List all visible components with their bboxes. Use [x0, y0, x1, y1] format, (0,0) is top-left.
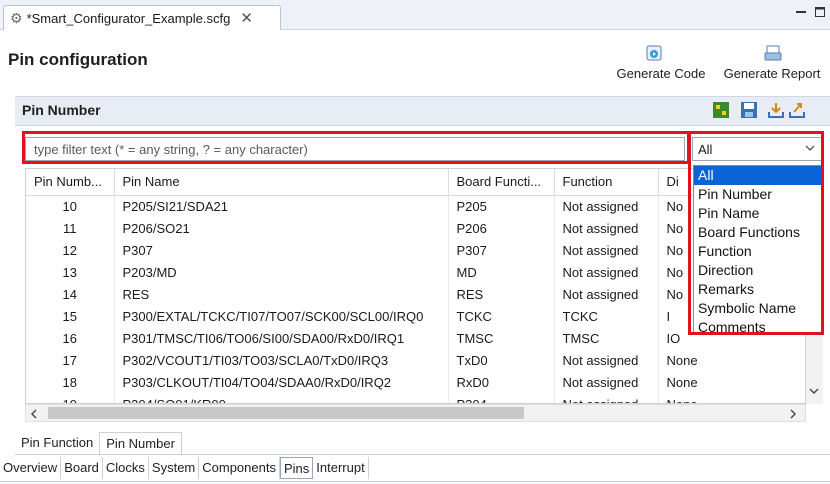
tab-pin-number[interactable]: Pin Number — [99, 432, 182, 454]
table-cell: P203/MD — [114, 261, 449, 283]
gear-icon: ⚙ — [10, 9, 23, 26]
highlight-box-select — [688, 131, 824, 335]
table-cell: 13 — [26, 261, 115, 283]
table-cell: RES — [114, 283, 449, 305]
column-header[interactable]: Board Functi... — [448, 169, 555, 196]
scroll-right-icon[interactable] — [789, 408, 797, 422]
table-cell: 16 — [26, 327, 115, 349]
table-cell: P307 — [448, 239, 555, 261]
generate-report-icon[interactable] — [764, 44, 782, 62]
tab-system[interactable]: System — [149, 457, 200, 479]
table-cell: P303/CLKOUT/TI04/TO04/SDAA0/RxD0/IRQ2 — [114, 371, 449, 393]
divider — [15, 454, 830, 455]
table-cell: RES — [448, 283, 555, 305]
tab-pin-function[interactable]: Pin Function — [15, 432, 99, 454]
table-row[interactable]: 18 P303/CLKOUT/TI04/TO04/SDAA0/RxD0/IRQ2 R… — [26, 371, 805, 393]
table-cell: Not assigned — [554, 217, 659, 239]
import-icon[interactable] — [767, 101, 785, 119]
table-cell: 19 — [26, 393, 115, 403]
table-cell: TCKC — [448, 305, 555, 327]
table-row[interactable]: 17 P302/VCOUT1/TI03/TO03/SCLA0/TxD0/IRQ3 T… — [26, 349, 805, 371]
tab-interrupt[interactable]: Interrupt — [313, 457, 369, 479]
table-cell: None — [658, 349, 805, 371]
section-header — [15, 96, 830, 126]
table-cell: RxD0 — [448, 371, 555, 393]
divider — [0, 481, 830, 482]
table-cell: TCKC — [554, 305, 659, 327]
page-tabs: Overview Board Clocks System Components … — [0, 456, 369, 480]
pin-grid-icon[interactable] — [712, 101, 730, 119]
maximize-icon[interactable] — [814, 6, 826, 21]
table-cell: P205 — [448, 195, 555, 217]
table-cell: P302/VCOUT1/TI03/TO03/SCLA0/TxD0/IRQ3 — [114, 349, 449, 371]
minimize-icon[interactable] — [795, 6, 807, 21]
highlight-box-filter — [22, 131, 690, 164]
table-cell: Not assigned — [554, 371, 659, 393]
page-title: Pin configuration — [8, 50, 148, 69]
tab-pins[interactable]: Pins — [279, 457, 314, 479]
table-cell: P300/EXTAL/TCKC/TI07/TO07/SCK00/SCL00/IR… — [114, 305, 449, 327]
table-cell: 14 — [26, 283, 115, 305]
table-cell: P307 — [114, 239, 449, 261]
column-header[interactable]: Pin Numb... — [26, 169, 115, 196]
table-row[interactable]: 19 P304/SO01/KR00 P304 Not assigned None — [26, 393, 805, 403]
table-cell: 12 — [26, 239, 115, 261]
table-cell: Not assigned — [554, 239, 659, 261]
view-tabs: Pin Function Pin Number — [15, 430, 182, 454]
table-cell: Not assigned — [554, 283, 659, 305]
scroll-left-icon[interactable] — [30, 408, 38, 422]
table-cell: None — [658, 371, 805, 393]
table-cell: P206/SO21 — [114, 217, 449, 239]
table-cell: MD — [448, 261, 555, 283]
table-cell: TMSC — [554, 327, 659, 349]
table-cell: P206 — [448, 217, 555, 239]
table-cell: 17 — [26, 349, 115, 371]
table-cell: 10 — [26, 195, 115, 217]
editor-tab[interactable]: ⚙ *Smart_Configurator_Example.scfg ✕ — [3, 5, 281, 30]
tab-components[interactable]: Components — [199, 457, 280, 479]
table-cell: 11 — [26, 217, 115, 239]
table-cell: None — [658, 393, 805, 403]
table-cell: P205/SI21/SDA21 — [114, 195, 449, 217]
table-cell: TxD0 — [448, 349, 555, 371]
table-cell: 15 — [26, 305, 115, 327]
editor-tab-title: *Smart_Configurator_Example.scfg — [26, 10, 231, 26]
table-cell: Not assigned — [554, 349, 659, 371]
tab-overview[interactable]: Overview — [0, 457, 62, 479]
save-icon[interactable] — [740, 101, 758, 119]
column-header[interactable]: Function — [554, 169, 659, 196]
table-cell: P301/TMSC/TI06/TO06/SI00/SDA00/RxD0/IRQ1 — [114, 327, 449, 349]
table-cell: Not assigned — [554, 261, 659, 283]
table-cell: Not assigned — [554, 393, 659, 403]
export-icon[interactable] — [788, 101, 806, 119]
section-title: Pin Number — [22, 102, 101, 118]
horizontal-scroll-thumb[interactable] — [48, 407, 524, 419]
tab-clocks[interactable]: Clocks — [103, 457, 149, 479]
generate-code-icon[interactable] — [645, 44, 663, 62]
tab-board[interactable]: Board — [61, 457, 103, 479]
table-cell: Not assigned — [554, 195, 659, 217]
column-header[interactable]: Pin Name — [114, 169, 449, 196]
close-icon[interactable]: ✕ — [240, 9, 253, 27]
table-cell: TMSC — [448, 327, 555, 349]
generate-code-button[interactable]: Generate Code — [611, 66, 711, 81]
generate-report-button[interactable]: Generate Report — [717, 66, 827, 81]
table-cell: P304/SO01/KR00 — [114, 393, 449, 403]
table-cell: P304 — [448, 393, 555, 403]
scroll-down-icon[interactable] — [809, 384, 819, 398]
table-cell: 18 — [26, 371, 115, 393]
